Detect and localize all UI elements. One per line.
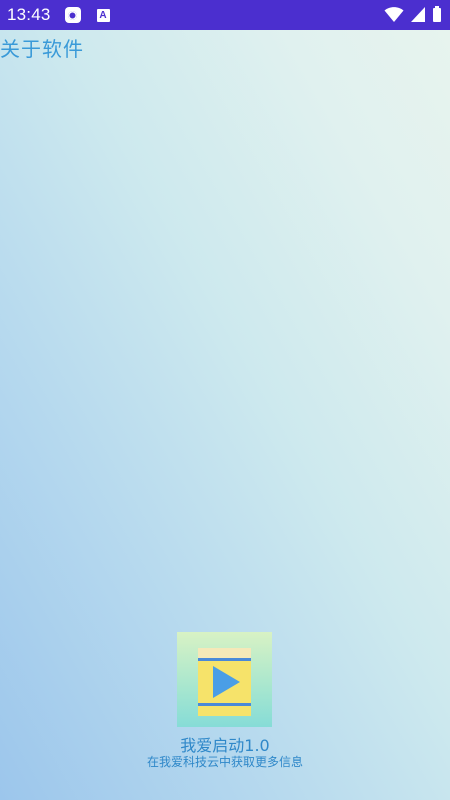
a-notification-icon: A [96,8,110,22]
status-icons [384,5,442,23]
status-bar: 13:43 A [0,0,450,30]
record-icon [64,7,81,23]
cell-signal-icon [411,7,425,22]
play-video-icon [177,632,272,727]
app-subtitle: 在我爱科技云中获取更多信息 [146,755,303,769]
status-time: 13:43 [7,5,51,24]
battery-icon [433,6,441,22]
wifi-icon [384,7,404,22]
page-title: 关于软件 [0,37,84,61]
